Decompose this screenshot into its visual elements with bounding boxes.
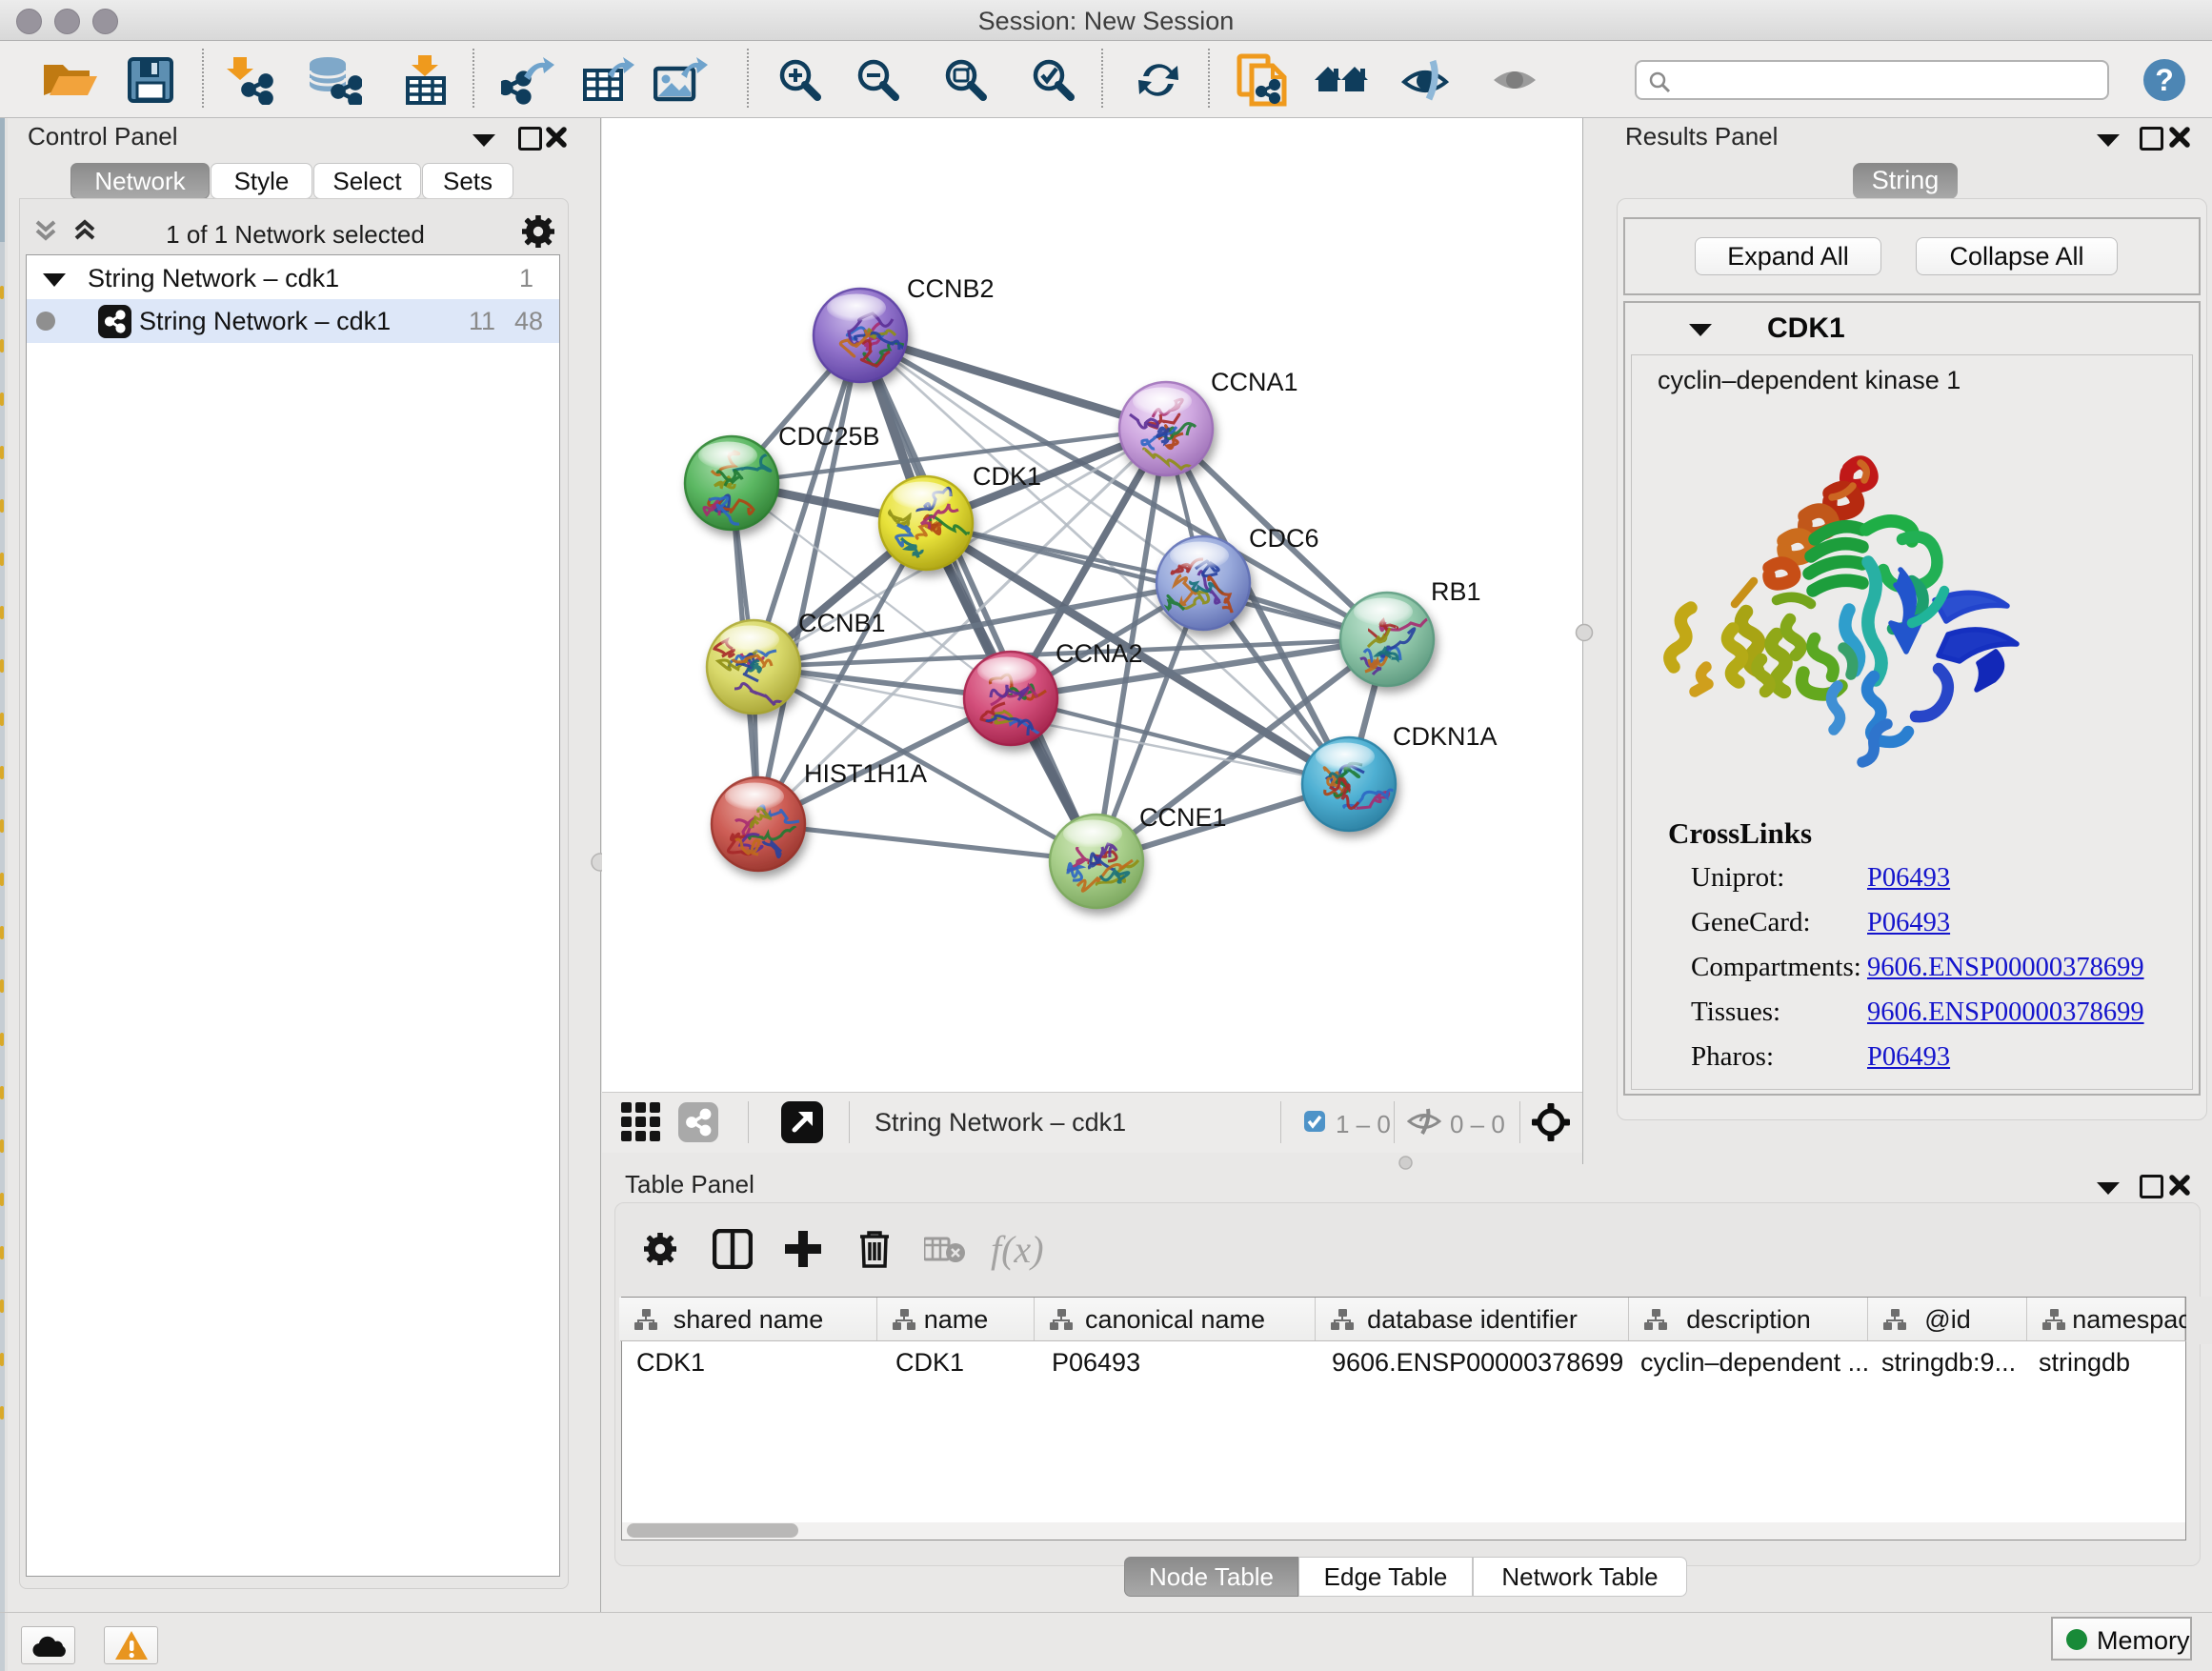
svg-text:CCNB2: CCNB2	[907, 274, 995, 303]
svg-text:CDC6: CDC6	[1249, 524, 1319, 553]
svg-text:RB1: RB1	[1431, 577, 1481, 606]
svg-text:CDKN1A: CDKN1A	[1393, 722, 1498, 751]
svg-text:CCNE1: CCNE1	[1139, 803, 1227, 832]
svg-text:HIST1H1A: HIST1H1A	[804, 759, 927, 788]
svg-text:CDK1: CDK1	[973, 462, 1041, 491]
svg-text:CCNA2: CCNA2	[1056, 639, 1143, 668]
svg-text:CCNB1: CCNB1	[798, 609, 886, 637]
svg-text:CCNA1: CCNA1	[1211, 368, 1298, 396]
svg-text:CDC25B: CDC25B	[778, 422, 880, 451]
svg-text:?: ?	[2155, 63, 2174, 97]
